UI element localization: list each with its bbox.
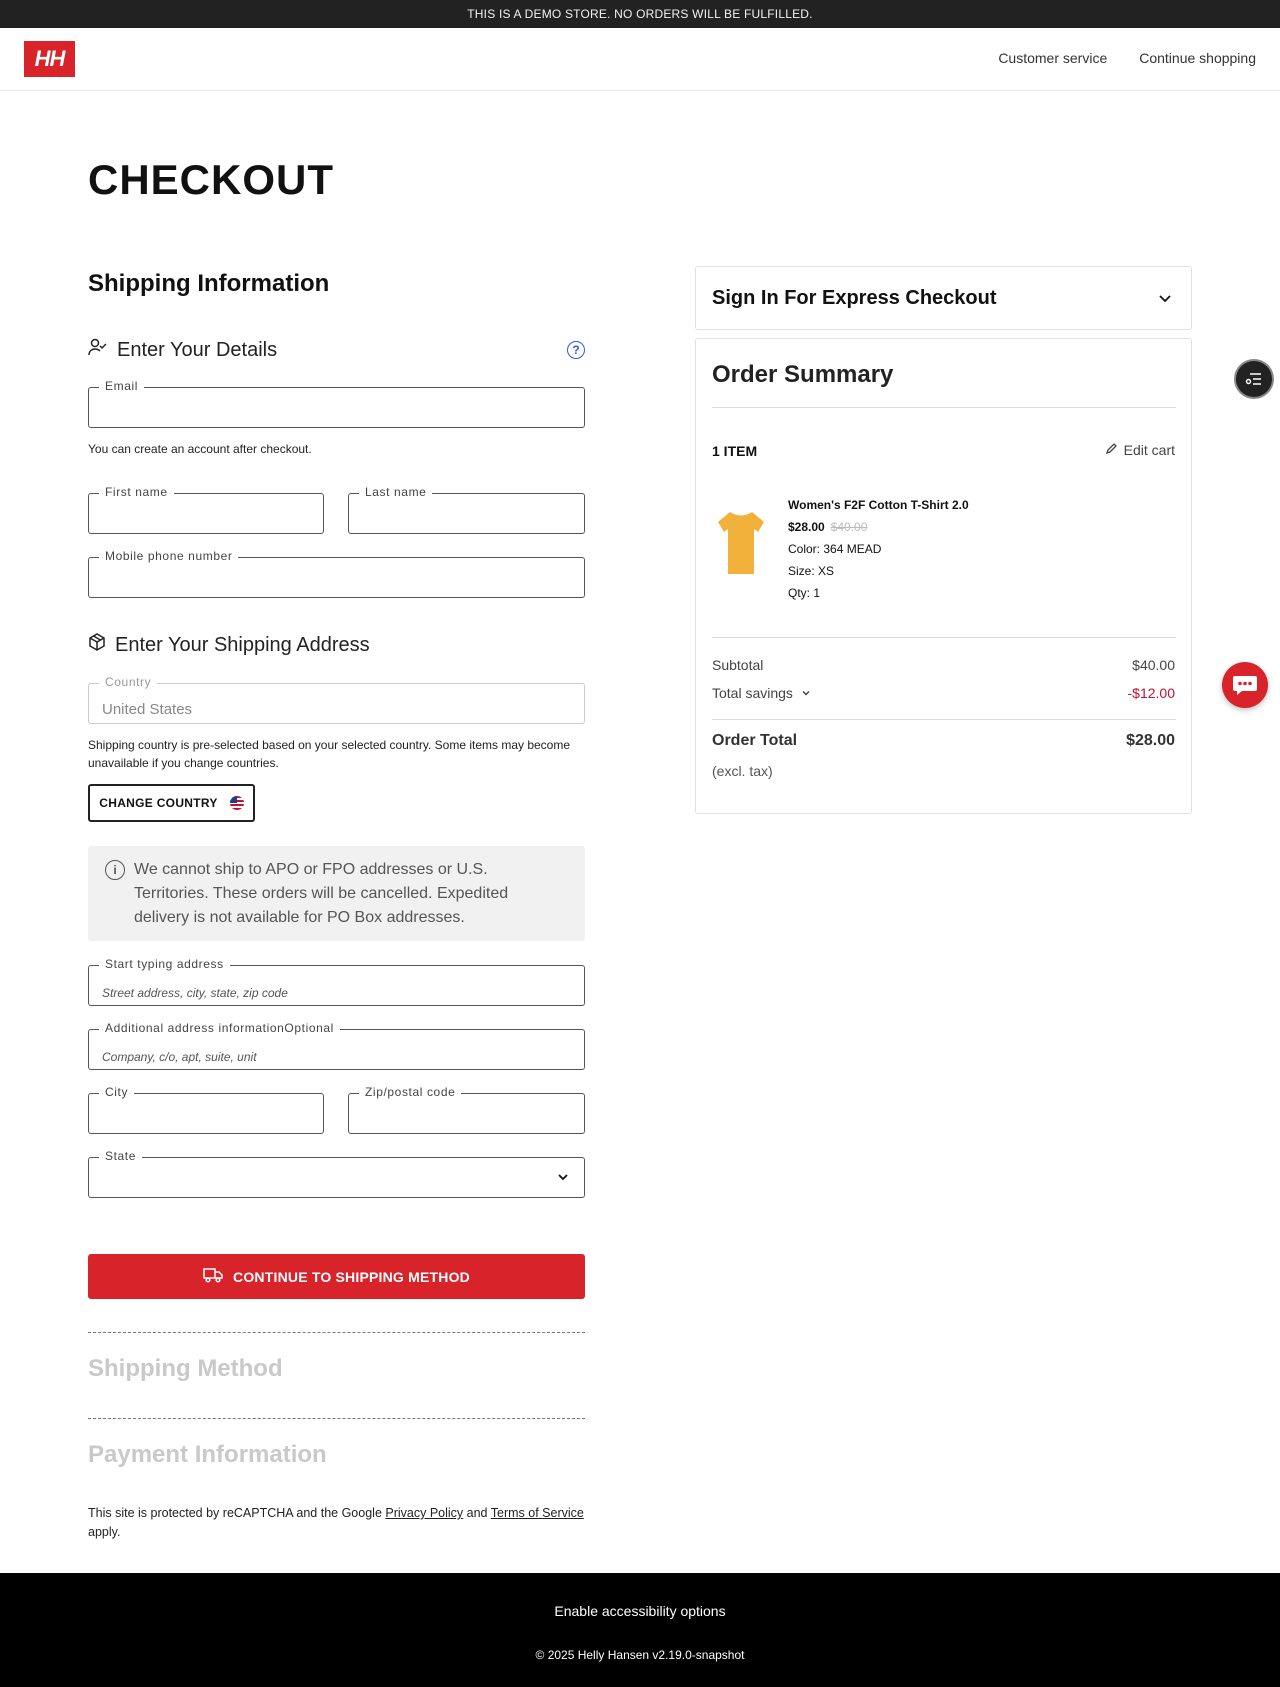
divider [88,1418,585,1419]
address-placeholder: Street address, city, state, zip code [102,986,288,1000]
address-field[interactable]: Start typing address Street address, cit… [88,957,585,1006]
first-name-field[interactable]: First name [88,485,324,534]
terms-of-service-link[interactable]: Terms of Service [491,1506,584,1520]
continue-to-shipping-method-button[interactable]: CONTINUE TO SHIPPING METHOD [88,1254,585,1299]
zip-label: Zip/postal code [359,1085,462,1099]
continue-shopping-link[interactable]: Continue shopping [1139,50,1256,66]
product-name[interactable]: Women's F2F Cotton T-Shirt 2.0 [788,494,969,516]
country-note: Shipping country is pre-selected based o… [88,738,571,770]
express-checkout-title: Sign In For Express Checkout [712,287,997,309]
customer-service-link[interactable]: Customer service [998,50,1107,66]
order-total-label: Order Total [712,732,798,749]
change-country-label: CHANGE COUNTRY [99,796,218,810]
product-details: Women's F2F Cotton T-Shirt 2.0 $28.00 $40… [788,494,969,604]
product-qty: Qty: 1 [788,586,821,600]
accessibility-widget-icon[interactable] [1236,361,1272,397]
total-savings-toggle[interactable]: Total savings [712,685,811,701]
shipping-method-step: Shipping Method [88,1355,283,1382]
chevron-down-icon [801,685,811,701]
helly-hansen-logo[interactable]: HH [24,41,75,77]
product-color: Color: 364 MEAD [788,542,882,556]
additional-address-field[interactable]: Additional address informationOptional C… [88,1021,585,1070]
site-header: HH Customer service Continue shopping [0,28,1280,91]
divider [712,407,1176,408]
change-country-button[interactable]: CHANGE COUNTRY [88,784,255,822]
current-price: $28.00 [788,520,825,534]
copyright: © 2025 Helly Hansen v2.19.0-snapshot [535,1648,745,1662]
city-label: City [99,1085,135,1099]
account-note: You can create an account after checkout… [88,442,312,456]
product-image[interactable] [716,510,766,576]
chat-icon[interactable] [1222,662,1268,708]
total-savings-label: Total savings [712,685,793,701]
recaptcha-notice: This site is protected by reCAPTCHA and … [88,1504,585,1542]
order-total-value: $28.00 [1126,732,1175,749]
express-checkout-accordion[interactable]: Sign In For Express Checkout [695,266,1192,330]
us-flag-icon [229,796,244,810]
payment-information-step: Payment Information [88,1441,327,1468]
country-value: United States [102,701,193,718]
enter-details-label: Enter Your Details [117,338,278,361]
edit-cart-label: Edit cart [1123,442,1175,458]
enter-details-heading: Enter Your Details [88,337,585,363]
product-price: $28.00 $40.00 [788,516,969,538]
shipping-restriction-text: We cannot ship to APO or FPO addresses o… [134,861,509,926]
item-count: 1 ITEM [712,443,758,459]
country-label: Country [99,675,158,689]
user-check-icon [88,337,108,363]
site-footer: Enable accessibility options © 2025 Hell… [0,1573,1280,1687]
state-label: State [99,1149,143,1163]
package-icon [88,633,106,657]
state-select[interactable]: State [88,1149,585,1198]
recaptcha-prefix: This site is protected by reCAPTCHA and … [88,1506,382,1520]
address-label: Start typing address [99,957,230,971]
demo-store-banner: THIS IS A DEMO STORE. NO ORDERS WILL BE … [0,0,1280,28]
info-icon: i [105,860,125,880]
recaptcha-and: and [466,1506,488,1520]
chevron-down-icon [556,1170,570,1189]
accessibility-options-link[interactable]: Enable accessibility options [0,1603,1280,1619]
last-name-label: Last name [359,485,433,499]
shipping-information-heading: Shipping Information [88,270,330,297]
header-links: Customer service Continue shopping [998,50,1256,66]
continue-button-label: CONTINUE TO SHIPPING METHOD [233,1268,470,1285]
chevron-down-icon [1157,290,1173,311]
first-name-label: First name [99,485,174,499]
page-title: CHECKOUT [88,156,334,203]
subtotal-label: Subtotal [712,657,764,673]
last-name-field[interactable]: Last name [348,485,585,534]
help-icon[interactable]: ? [567,341,585,359]
product-size: Size: XS [788,564,835,578]
mobile-phone-field[interactable]: Mobile phone number [88,549,585,598]
pencil-icon [1105,442,1118,458]
divider [88,1332,585,1333]
tax-note: (excl. tax) [712,763,773,779]
truck-icon [203,1267,223,1286]
divider [712,637,1176,638]
privacy-policy-link[interactable]: Privacy Policy [385,1506,463,1520]
additional-address-label: Additional address informationOptional [99,1021,340,1035]
recaptcha-suffix: apply. [88,1525,121,1539]
additional-address-placeholder: Company, c/o, apt, suite, unit [102,1050,257,1064]
mobile-phone-label: Mobile phone number [99,549,239,563]
subtotal-value: $40.00 [1132,657,1175,673]
zip-field[interactable]: Zip/postal code [348,1085,585,1134]
city-field[interactable]: City [88,1085,324,1134]
order-summary-card: Order Summary 1 ITEM Edit cart Women's F… [695,338,1192,814]
edit-cart-link[interactable]: Edit cart [1105,442,1175,458]
total-savings-value: -$12.00 [1127,685,1175,701]
order-summary-title: Order Summary [712,361,894,388]
country-field: Country United States [88,675,585,724]
shipping-address-heading: Enter Your Shipping Address [88,633,370,657]
original-price: $40.00 [830,520,868,534]
divider [712,719,1176,720]
shipping-restriction-notice: i We cannot ship to APO or FPO addresses… [88,846,585,941]
email-label: Email [99,379,145,393]
email-field[interactable]: Email [88,379,585,428]
shipping-address-label: Enter Your Shipping Address [115,633,370,656]
